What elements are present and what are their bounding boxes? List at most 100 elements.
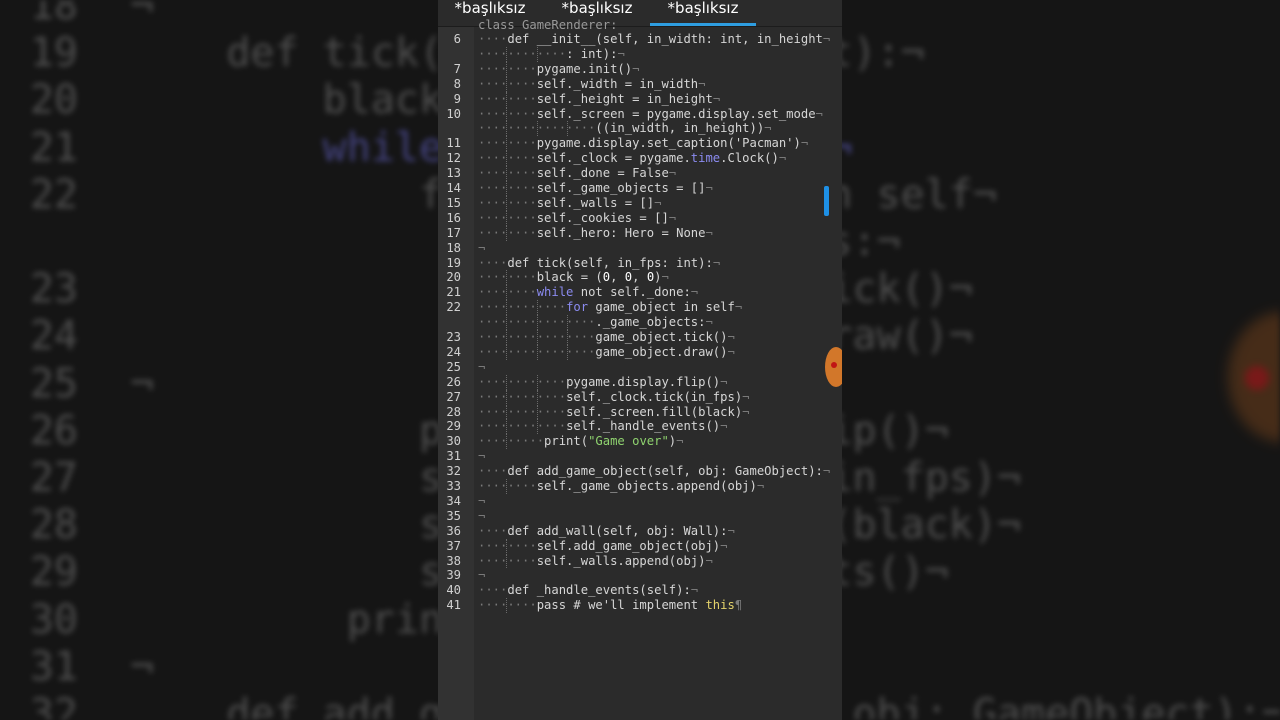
background-line-number: 21 [29, 124, 78, 171]
background-line-number: 20 [29, 77, 78, 124]
indent-guide [506, 210, 508, 226]
line-number: 6 [453, 32, 461, 46]
code-token: time [690, 151, 721, 166]
line-end-marker: ¬ [632, 61, 640, 76]
line-end-marker: ¬ [742, 404, 750, 419]
code-token: , [632, 270, 647, 285]
line-number: 13 [446, 166, 461, 181]
background-line-number: 26 [29, 407, 78, 454]
line-number: 23 [446, 330, 461, 344]
code-token: def _handle_events(self): [507, 583, 691, 598]
indent-guide [506, 106, 508, 122]
code-line: ············: int):¬ [478, 47, 625, 62]
indent-guide [506, 136, 508, 152]
code-editor[interactable]: class GameRenderer: 6 ····def __init__(se… [438, 18, 842, 720]
line-end-marker: ¬ [800, 136, 809, 151]
code-token: while [536, 285, 574, 300]
code-line: ¬ [478, 241, 485, 256]
code-token: self._screen.fill(black) [566, 404, 743, 419]
code-line: ············self._handle_events()¬ [478, 419, 728, 434]
line-end-marker: ¬ [764, 121, 772, 136]
code-line: ·········print("Game over")¬ [478, 434, 683, 449]
background-line-number: 25 [29, 360, 78, 407]
code-line: ····def add_game_object(self, obj: GameO… [478, 464, 830, 479]
code-token: "Game over" [588, 434, 669, 449]
line-number: 25 [446, 359, 461, 374]
line-number: 9 [453, 91, 461, 106]
indent-guide [536, 404, 538, 420]
indent-guide [506, 479, 508, 494]
background-line-number: 24 [29, 313, 78, 360]
code-line: ········while not self._done:¬ [478, 285, 698, 300]
line-number: 35 [446, 508, 461, 523]
indent-guide [506, 419, 508, 435]
indent-guide [506, 166, 508, 181]
line-end-marker: ¬ [478, 449, 486, 464]
code-line: ¬ [478, 509, 485, 524]
indent-guide [567, 121, 569, 137]
line-end-marker: ¬ [698, 76, 706, 91]
indent-whitespace-markers: ············ [478, 404, 567, 419]
code-line: ········self._game_objects.append(obj)¬ [478, 479, 764, 494]
code-line: ········pygame.init()¬ [478, 62, 639, 77]
background-pacman-eye-blur [1245, 366, 1269, 390]
indent-guide [536, 46, 538, 62]
code-line: ················._game_objects:¬ [478, 315, 713, 330]
indent-guide [536, 330, 538, 345]
line-end-marker: ¬ [478, 240, 486, 255]
code-line: ¬ [478, 449, 485, 464]
code-line: ¬ [478, 360, 485, 375]
line-number: 39 [446, 568, 461, 583]
code-token: print( [544, 434, 589, 449]
line-end-marker: ¬ [668, 210, 677, 225]
code-token: for [566, 300, 589, 315]
indent-guide [536, 419, 538, 435]
indent-guide [506, 285, 508, 301]
code-token: black = ( [536, 270, 603, 285]
indent-whitespace-markers: ············ [478, 389, 567, 404]
background-code-line: ¬ [130, 643, 155, 690]
line-number: 19 [446, 255, 461, 270]
scroll-handle[interactable] [824, 186, 829, 216]
indent-whitespace-markers: ············ [478, 419, 567, 434]
code-line: ········self._height = in_height¬ [478, 92, 720, 107]
code-line: ········self._width = in_width¬ [478, 77, 705, 92]
line-end-marker: ¬ [478, 359, 486, 374]
code-token: pygame.display.set_caption('Pacman') [536, 136, 801, 151]
indent-guide [506, 553, 508, 569]
line-number: 36 [446, 523, 461, 538]
indent-guide [506, 389, 508, 405]
line-end-marker: ¬ [705, 315, 713, 330]
code-line: ················game_object.tick()¬ [478, 330, 735, 345]
indent-guide [536, 300, 538, 316]
indent-guide [506, 61, 508, 77]
line-end-marker: ¶ [734, 598, 743, 613]
line-number: 10 [446, 106, 461, 121]
line-end-marker: ¬ [617, 46, 625, 61]
line-number: 21 [446, 285, 461, 300]
background-line-number: 18 [29, 0, 78, 29]
indent-guide [506, 434, 508, 450]
line-number: 37 [446, 538, 461, 553]
code-token: self._clock.tick(in_fps) [566, 389, 743, 404]
line-end-marker: ¬ [712, 255, 721, 270]
line-end-marker: ¬ [727, 344, 735, 359]
code-line: ············pygame.display.flip()¬ [478, 375, 728, 390]
line-number: 18 [446, 240, 461, 255]
indent-whitespace-markers: ········· [478, 434, 545, 449]
line-end-marker: ¬ [756, 479, 765, 493]
indent-guide [567, 330, 569, 345]
line-end-marker: ¬ [822, 32, 831, 46]
tab-untitled-3-active[interactable]: *başlıksız [650, 0, 756, 26]
line-end-marker: ¬ [720, 419, 728, 434]
code-token: def __init__(self, in_width: int, in_hei… [507, 32, 823, 46]
code-line: ········pygame.display.set_caption('Pacm… [478, 136, 808, 151]
indent-whitespace-markers: ···· [478, 464, 508, 479]
line-number: 15 [446, 195, 461, 210]
code-token: this [705, 598, 735, 613]
background-line-number: 31 [29, 643, 78, 690]
code-line: ¬ [478, 568, 485, 583]
code-token: .Clock() [720, 151, 779, 166]
line-number: 26 [446, 374, 461, 389]
code-token: pygame.display.flip() [566, 374, 721, 389]
